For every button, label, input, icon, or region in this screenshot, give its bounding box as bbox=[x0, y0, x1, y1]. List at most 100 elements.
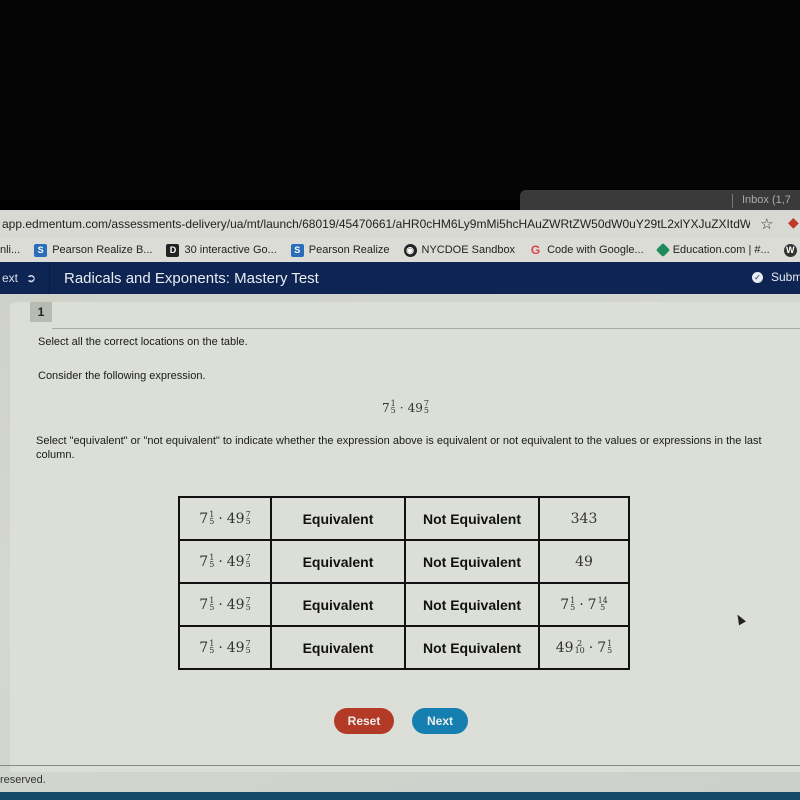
bookmark-star-icon[interactable]: ☆ bbox=[760, 215, 773, 233]
base: 7 bbox=[587, 596, 597, 613]
pearson-icon: S bbox=[34, 243, 48, 257]
not-equivalent-cell[interactable]: Not Equivalent bbox=[404, 625, 540, 670]
exponent-fraction: 15 bbox=[209, 595, 215, 612]
url-text[interactable]: app.edmentum.com/assessments-delivery/ua… bbox=[0, 217, 750, 231]
next-button[interactable]: Next bbox=[412, 708, 468, 734]
exponent-fraction: 15 bbox=[209, 638, 215, 655]
arrow-right-circle-icon: ➲ bbox=[26, 271, 37, 285]
question-number-tab[interactable]: 1 bbox=[30, 302, 52, 322]
bookmark-label: Pearson Realize B... bbox=[52, 244, 153, 256]
bookmark-item[interactable]: Education.com | #... bbox=[655, 242, 770, 258]
exponent-fraction: 75 bbox=[245, 552, 251, 569]
globe-icon: ◉ bbox=[403, 243, 417, 257]
exponent-fraction: 14 5 bbox=[597, 595, 608, 612]
not-equivalent-cell[interactable]: Not Equivalent bbox=[404, 582, 540, 627]
browser-tab-inbox[interactable]: Inbox (1,7 bbox=[742, 194, 791, 206]
tab-separator bbox=[732, 194, 733, 208]
base: 7 bbox=[560, 596, 570, 613]
equivalent-cell[interactable]: Equivalent bbox=[270, 625, 406, 670]
consider-text: Consider the following expression. bbox=[38, 370, 206, 382]
bookmark-label: Pearson Realize bbox=[308, 244, 390, 256]
bookmark-item[interactable]: S Pearson Realize B... bbox=[34, 243, 153, 257]
base: 49 bbox=[226, 639, 245, 656]
equivalent-cell[interactable]: Equivalent bbox=[270, 582, 406, 627]
bookmark-label: Education.com | #... bbox=[672, 244, 770, 256]
exponent-fraction: 15 bbox=[390, 399, 396, 415]
browser-tab-strip: Inbox (1,7 bbox=[520, 190, 800, 212]
prompt-text: Select "equivalent" or "not equivalent" … bbox=[36, 435, 762, 461]
main-expression: 7 1 5 · 49 7 5 bbox=[382, 399, 429, 416]
base: 49 bbox=[555, 639, 574, 656]
not-equivalent-cell[interactable]: Not Equivalent bbox=[404, 539, 540, 584]
table-row: 7 1 5 · 49 7 5 Equivalent Not Equivalent 7 1 5 · 7… bbox=[178, 582, 630, 627]
base: 49 bbox=[407, 401, 423, 415]
bookmarks-bar: nli... S Pearson Realize B... D 30 interac… bbox=[0, 238, 800, 262]
exponent-fraction: 75 bbox=[423, 399, 429, 415]
table-row: 7 1 5 · 49 7 5 Equivalent Not Equivalent 343 bbox=[178, 496, 630, 541]
dark-square-icon: D bbox=[166, 243, 180, 257]
bookmark-label: 30 interactive Go... bbox=[184, 244, 277, 256]
footer-divider bbox=[0, 765, 800, 766]
camera-dark-area bbox=[0, 0, 800, 200]
equivalent-cell[interactable]: Equivalent bbox=[270, 496, 406, 541]
wordpress-icon: W bbox=[783, 243, 797, 257]
comparison-value-cell: 49 bbox=[538, 539, 630, 584]
bookmark-item[interactable]: ◉ NYCDOE Sandbox bbox=[403, 243, 516, 257]
comparison-value-cell: 49 2 10 · 7 1 5 bbox=[538, 625, 630, 670]
bookmark-item[interactable]: D 30 interactive Go... bbox=[166, 243, 277, 257]
app-header: ext ➲ Radicals and Exponents: Mastery Te… bbox=[0, 262, 800, 294]
equivalent-cell[interactable]: Equivalent bbox=[270, 539, 406, 584]
given-expression-cell: 7 1 5 · 49 7 5 bbox=[178, 625, 272, 670]
exponent-fraction: 15 bbox=[570, 595, 576, 612]
address-bar[interactable]: app.edmentum.com/assessments-delivery/ua… bbox=[0, 210, 800, 238]
exponent-fraction: 2 10 bbox=[574, 638, 585, 655]
exponent-fraction: 75 bbox=[245, 595, 251, 612]
next-nav-label: ext bbox=[2, 271, 19, 285]
not-equivalent-cell[interactable]: Not Equivalent bbox=[404, 496, 540, 541]
comparison-value-cell: 7 1 5 · 7 14 5 bbox=[538, 582, 630, 627]
extension-icon[interactable]: ◆ bbox=[788, 214, 800, 232]
exponent-fraction: 15 bbox=[607, 638, 613, 655]
given-expression-cell: 7 1 5 · 49 7 5 bbox=[178, 496, 272, 541]
bookmark-label: nli... bbox=[0, 244, 21, 256]
divider bbox=[52, 328, 800, 329]
base: 7 bbox=[199, 639, 209, 656]
test-title: Radicals and Exponents: Mastery Test bbox=[64, 269, 319, 287]
base: 7 bbox=[199, 553, 209, 570]
exponent-fraction: 15 bbox=[209, 552, 215, 569]
exponent-fraction: 75 bbox=[245, 509, 251, 526]
bookmark-item[interactable]: nli... bbox=[0, 244, 20, 256]
google-icon: G bbox=[530, 243, 541, 257]
check-circle-icon: ✓ bbox=[752, 271, 763, 283]
instruction-text: Select all the correct locations on the … bbox=[38, 336, 248, 348]
bookmark-label: NYCDOE Sandbox bbox=[421, 244, 516, 256]
table-row: 7 1 5 · 49 7 5 Equivalent Not Equivalent 49 2 10… bbox=[178, 625, 630, 670]
base: 49 bbox=[226, 510, 245, 527]
footer-copyright: reserved. bbox=[0, 774, 46, 786]
table-row: 7 1 5 · 49 7 5 Equivalent Not Equivalent 49 bbox=[178, 539, 630, 584]
exponent-fraction: 75 bbox=[245, 638, 251, 655]
next-nav-button[interactable]: ext ➲ bbox=[0, 262, 50, 294]
value-text: 49 bbox=[575, 553, 593, 570]
base: 49 bbox=[226, 596, 245, 613]
bookmark-item[interactable]: S Pearson Realize bbox=[290, 243, 390, 257]
base: 49 bbox=[226, 553, 245, 570]
submit-button[interactable]: ✓ Subm bbox=[752, 270, 800, 284]
reset-button[interactable]: Reset bbox=[334, 708, 394, 734]
base: 7 bbox=[382, 401, 390, 415]
given-expression-cell: 7 1 5 · 49 7 5 bbox=[178, 539, 272, 584]
exponent-fraction: 15 bbox=[209, 509, 215, 526]
pearson-icon: S bbox=[290, 243, 304, 257]
given-expression-cell: 7 1 5 · 49 7 5 bbox=[178, 582, 272, 627]
bookmark-item[interactable]: WFourth Grade bbox=[783, 243, 800, 257]
base: 7 bbox=[199, 510, 209, 527]
bookmark-item[interactable]: G Code with Google... bbox=[529, 243, 644, 257]
submit-label: Subm bbox=[771, 270, 800, 284]
base: 7 bbox=[199, 596, 209, 613]
bottom-bar bbox=[0, 792, 800, 800]
base: 7 bbox=[597, 639, 607, 656]
bookmark-label: Code with Google... bbox=[547, 244, 644, 256]
comparison-value-cell: 343 bbox=[538, 496, 630, 541]
value-text: 343 bbox=[570, 510, 598, 527]
education-icon bbox=[655, 242, 670, 258]
